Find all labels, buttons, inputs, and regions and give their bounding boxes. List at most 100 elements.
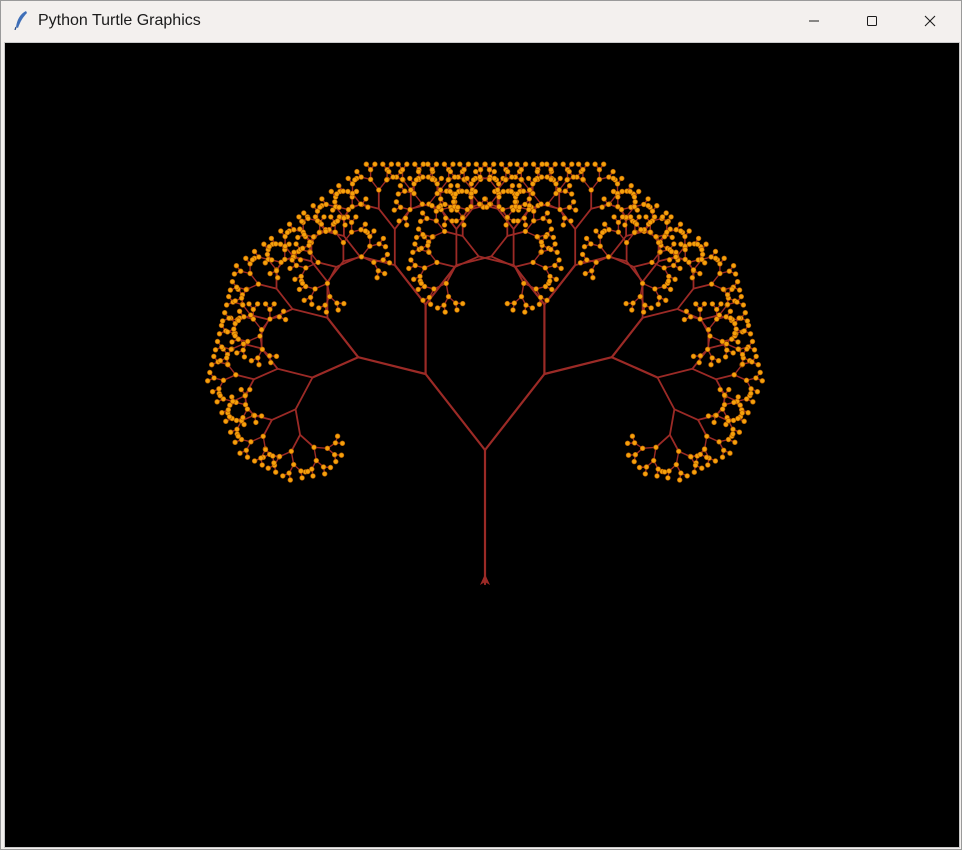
leaf-blossom — [518, 293, 525, 300]
leaf-blossom — [712, 458, 719, 464]
leaf-blossom — [282, 243, 288, 249]
leaf-blossom — [677, 228, 684, 234]
leaf-blossom — [358, 174, 364, 180]
leaf-blossom — [588, 268, 595, 274]
leaf-blossom — [411, 190, 417, 197]
leaf-blossom — [610, 188, 617, 195]
leaf-blossom — [212, 347, 219, 353]
maximize-button[interactable] — [843, 1, 901, 40]
leaf-blossom — [275, 275, 281, 281]
leaf-blossom — [697, 270, 703, 277]
leaf-blossom — [549, 286, 555, 293]
leaf-blossom — [253, 419, 259, 426]
leaf-blossom — [363, 161, 369, 167]
leaf-blossom — [426, 294, 433, 301]
leaf-blossom — [619, 175, 625, 182]
leaf-blossom — [744, 346, 750, 352]
leaf-blossom — [418, 280, 424, 287]
leaf-blossom — [697, 316, 703, 322]
leaf-blossom — [323, 228, 329, 235]
leaf-blossom — [509, 174, 515, 180]
leaf-blossom — [415, 168, 422, 175]
leaf-blossom — [699, 465, 705, 471]
leaf-blossom — [419, 210, 426, 216]
leaf-blossom — [257, 333, 263, 339]
minimize-button[interactable] — [785, 1, 843, 40]
tree-branch — [424, 372, 487, 452]
leaf-blossom — [310, 234, 317, 240]
leaf-blossom — [673, 227, 679, 233]
leaf-blossom — [529, 305, 536, 311]
leaf-blossom — [494, 187, 501, 193]
leaf-blossom — [438, 175, 445, 182]
leaf-blossom — [293, 241, 299, 247]
leaf-blossom — [393, 199, 400, 205]
leaf-blossom — [730, 431, 736, 437]
leaf-blossom — [259, 346, 265, 352]
leaf-blossom — [333, 458, 339, 465]
leaf-blossom — [510, 207, 516, 213]
leaf-blossom — [581, 244, 588, 250]
leaf-blossom — [717, 386, 723, 393]
leaf-blossom — [695, 235, 702, 242]
leaf-blossom — [627, 188, 633, 195]
leaf-blossom — [205, 378, 211, 384]
leaf-blossom — [721, 255, 727, 262]
leaf-blossom — [610, 175, 616, 182]
leaf-blossom — [395, 191, 401, 197]
leaf-blossom — [448, 207, 455, 213]
leaf-blossom — [397, 183, 404, 189]
turtle-canvas[interactable] — [4, 42, 960, 848]
leaf-blossom — [291, 249, 297, 256]
leaf-blossom — [367, 233, 373, 240]
leaf-blossom — [486, 176, 493, 183]
leaf-blossom — [372, 161, 378, 167]
leaf-blossom — [269, 257, 275, 263]
leaf-blossom — [306, 242, 312, 249]
tree-branch — [514, 261, 534, 268]
leaf-blossom — [310, 203, 316, 209]
leaf-blossom — [225, 362, 231, 368]
leaf-blossom — [425, 161, 431, 167]
leaf-blossom — [254, 301, 261, 307]
title-bar[interactable]: Python Turtle Graphics — [1, 1, 961, 40]
tree-branch — [234, 373, 255, 381]
leaf-blossom — [262, 446, 269, 453]
tree-branch — [454, 255, 480, 268]
leaf-blossom — [691, 469, 697, 475]
leaf-blossom — [217, 393, 223, 399]
leaf-blossom — [241, 421, 247, 428]
leaf-blossom — [323, 201, 329, 208]
leaf-blossom — [299, 218, 305, 225]
leaf-blossom — [713, 316, 720, 322]
leaf-blossom — [455, 204, 461, 211]
leaf-blossom — [601, 221, 608, 227]
leaf-blossom — [442, 201, 448, 208]
leaf-blossom — [632, 452, 639, 458]
leaf-blossom — [543, 161, 550, 167]
leaf-blossom — [548, 226, 555, 232]
leaf-blossom — [615, 219, 622, 226]
leaf-blossom — [349, 190, 356, 197]
leaf-blossom — [514, 191, 520, 197]
leaf-blossom — [705, 462, 711, 468]
leaf-blossom — [534, 234, 540, 240]
leaf-blossom — [375, 268, 381, 274]
leaf-blossom — [413, 177, 420, 183]
close-icon — [924, 15, 936, 26]
leaf-blossom — [345, 175, 351, 182]
leaf-blossom — [504, 168, 511, 175]
leaf-blossom — [450, 199, 457, 205]
leaf-blossom — [268, 359, 274, 366]
leaf-blossom — [536, 301, 543, 307]
leaf-blossom — [496, 181, 502, 187]
close-button[interactable] — [901, 1, 959, 40]
leaf-blossom — [228, 346, 234, 352]
leaf-blossom — [534, 168, 540, 175]
leaf-blossom — [282, 316, 289, 323]
leaf-blossom — [248, 439, 254, 445]
leaf-blossom — [376, 187, 382, 193]
leaf-blossom — [516, 183, 522, 189]
leaf-blossom — [443, 280, 449, 287]
leaf-blossom — [307, 294, 314, 301]
